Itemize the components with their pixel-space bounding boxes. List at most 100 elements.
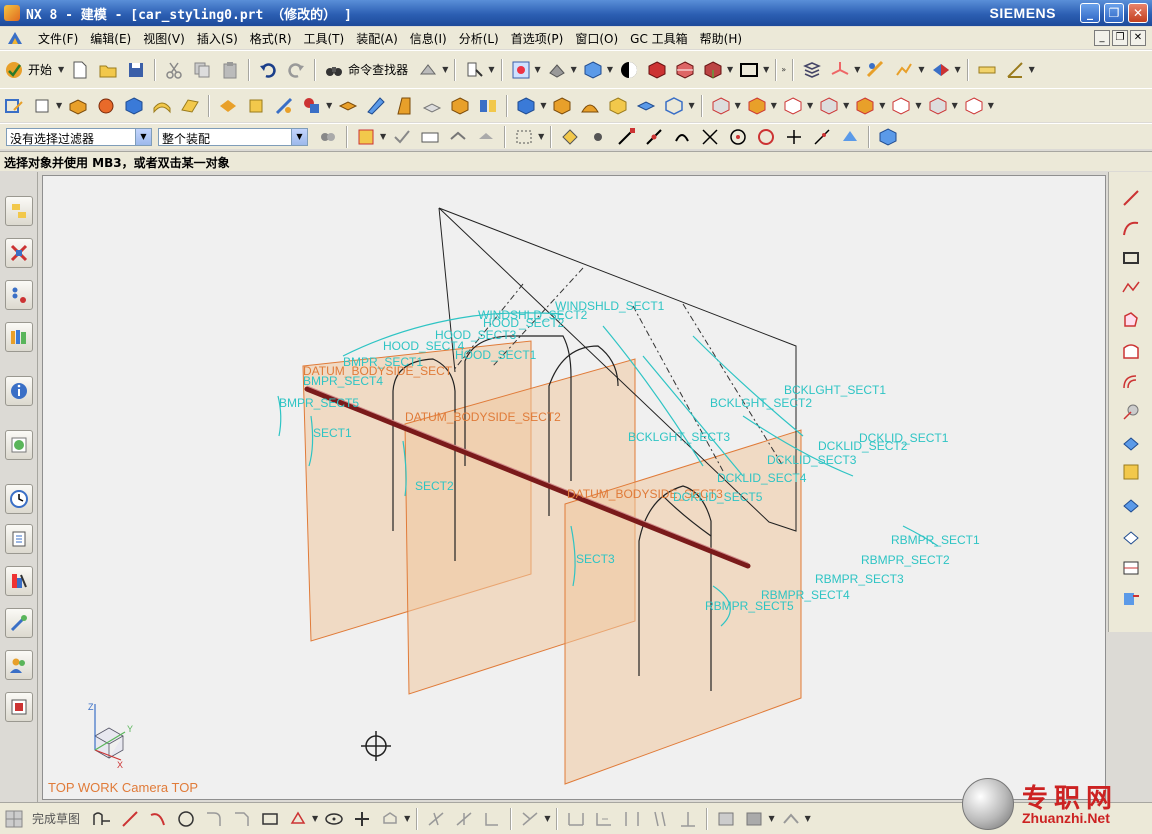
command-finder-label[interactable]: 命令查找器 [348, 61, 408, 78]
extend-curve-icon[interactable] [1119, 460, 1143, 484]
extrude-icon[interactable] [66, 94, 90, 118]
shaded-cube-icon[interactable] [581, 58, 605, 82]
wire-cube-icon[interactable] [662, 94, 686, 118]
snap-endpoint-icon[interactable] [614, 125, 638, 149]
line-tool-icon[interactable] [1119, 186, 1143, 210]
snap-intersection-icon[interactable] [698, 125, 722, 149]
arc-icon[interactable] [146, 807, 170, 831]
menu-view[interactable]: 视图(V) [137, 30, 191, 47]
sync-offset-icon[interactable] [781, 94, 805, 118]
feature-faces-icon[interactable] [474, 125, 498, 149]
sketch-icon[interactable] [2, 94, 26, 118]
edge-blend-icon[interactable] [216, 94, 240, 118]
snap-quadrant-icon[interactable] [754, 125, 778, 149]
profile-tool-icon[interactable] [1119, 340, 1143, 364]
fit-view-icon[interactable] [509, 58, 533, 82]
finish-sketch-label[interactable]: 完成草图 [32, 810, 80, 827]
menu-gc-toolkit[interactable]: GC 工具箱 [624, 30, 694, 47]
circle-icon[interactable] [174, 807, 198, 831]
paste-icon[interactable] [218, 58, 242, 82]
make-corner-icon[interactable] [480, 807, 504, 831]
feature-edges-icon[interactable] [446, 125, 470, 149]
profile-icon[interactable] [90, 807, 114, 831]
menu-window[interactable]: 窗口(O) [569, 30, 624, 47]
roles-icon[interactable] [5, 650, 33, 680]
trim-body-icon[interactable] [272, 94, 296, 118]
pull-face-icon[interactable] [550, 94, 574, 118]
datum-plane-icon[interactable] [30, 94, 54, 118]
sync-group-icon[interactable] [962, 94, 986, 118]
move-face-icon[interactable] [514, 94, 538, 118]
attribute-icon[interactable] [929, 58, 953, 82]
offset-region-icon[interactable] [578, 94, 602, 118]
close-button[interactable]: ✕ [1128, 3, 1148, 23]
menu-analysis[interactable]: 分析(L) [453, 30, 505, 47]
frame-icon[interactable] [737, 58, 761, 82]
dimension-icon[interactable] [564, 807, 588, 831]
graphics-window[interactable]: WINDSHLD_SECT1 WINDSHLD_SECT2 HOOD_SECT2… [42, 175, 1106, 800]
unite-icon[interactable] [300, 94, 324, 118]
layer-settings-icon[interactable] [800, 58, 824, 82]
sync-pattern-icon[interactable] [853, 94, 877, 118]
offset-curve-icon[interactable] [1119, 370, 1143, 394]
surface-icon[interactable] [178, 94, 202, 118]
touch-mode-icon[interactable] [416, 58, 440, 82]
parallel-constraint-icon[interactable] [648, 807, 672, 831]
section-cube-red-icon[interactable] [645, 58, 669, 82]
measure-distance-icon[interactable] [975, 58, 999, 82]
fillet-tool-icon[interactable] [1119, 400, 1143, 424]
open-folder-icon[interactable] [96, 58, 120, 82]
sketch-grid-icon[interactable] [2, 807, 26, 831]
minimize-button[interactable]: _ [1080, 3, 1100, 23]
sync-move-icon[interactable] [709, 94, 733, 118]
shaded-view-icon[interactable] [545, 58, 569, 82]
intersection-curve-icon[interactable] [1119, 524, 1143, 548]
horizontal-constraint-icon[interactable] [592, 807, 616, 831]
alternate-solution-icon[interactable] [779, 807, 803, 831]
menu-help[interactable]: 帮助(H) [694, 30, 748, 47]
menu-tools[interactable]: 工具(T) [298, 30, 351, 47]
menu-file[interactable]: 文件(F) [32, 30, 84, 47]
save-icon[interactable] [124, 58, 148, 82]
studio-spline-icon[interactable] [1119, 276, 1143, 300]
draft-icon[interactable] [392, 94, 416, 118]
menu-format[interactable]: 格式(R) [244, 30, 298, 47]
redo-icon[interactable] [284, 58, 308, 82]
replace-face-icon[interactable] [606, 94, 630, 118]
doc-minimize-button[interactable]: _ [1094, 30, 1110, 46]
edit-section-icon[interactable] [673, 58, 697, 82]
polygon-icon[interactable] [286, 807, 310, 831]
undo-icon[interactable] [256, 58, 280, 82]
point-icon[interactable] [350, 807, 374, 831]
menu-information[interactable]: 信息(I) [404, 30, 453, 47]
system-scenes-icon[interactable] [5, 692, 33, 722]
info-cursor-icon[interactable] [462, 58, 486, 82]
menu-preferences[interactable]: 首选项(P) [505, 30, 570, 47]
delete-face-icon[interactable] [634, 94, 658, 118]
feature-select-icon[interactable] [418, 125, 442, 149]
thicken-icon[interactable] [420, 94, 444, 118]
sync-mirror-icon[interactable] [889, 94, 913, 118]
snap-midpoint-icon[interactable] [642, 125, 666, 149]
menu-insert[interactable]: 插入(S) [191, 30, 244, 47]
snap-control-icon[interactable] [670, 125, 694, 149]
derived-line-icon[interactable] [1119, 556, 1143, 580]
offset-icon[interactable] [378, 807, 402, 831]
ellipse-icon[interactable] [322, 807, 346, 831]
new-file-icon[interactable] [68, 58, 92, 82]
fillet-icon[interactable] [202, 807, 226, 831]
type-filter-dropdown[interactable]: 没有选择过滤器 ▼ [6, 127, 152, 146]
chamfer-sketch-icon[interactable] [230, 807, 254, 831]
history-icon[interactable] [5, 484, 33, 514]
animate-dimension-icon[interactable] [714, 807, 738, 831]
process-studio-icon[interactable] [5, 566, 33, 596]
rectangle-select-icon[interactable] [512, 125, 536, 149]
snap-point-icon[interactable] [558, 125, 582, 149]
deselect-icon[interactable] [390, 125, 414, 149]
mirror-icon[interactable] [476, 94, 500, 118]
sweep-icon[interactable] [150, 94, 174, 118]
reuse-library-icon[interactable] [5, 322, 33, 352]
measure-angle-icon[interactable] [1003, 58, 1027, 82]
manufacturing-wizards-icon[interactable] [5, 608, 33, 638]
copy-icon[interactable] [190, 58, 214, 82]
